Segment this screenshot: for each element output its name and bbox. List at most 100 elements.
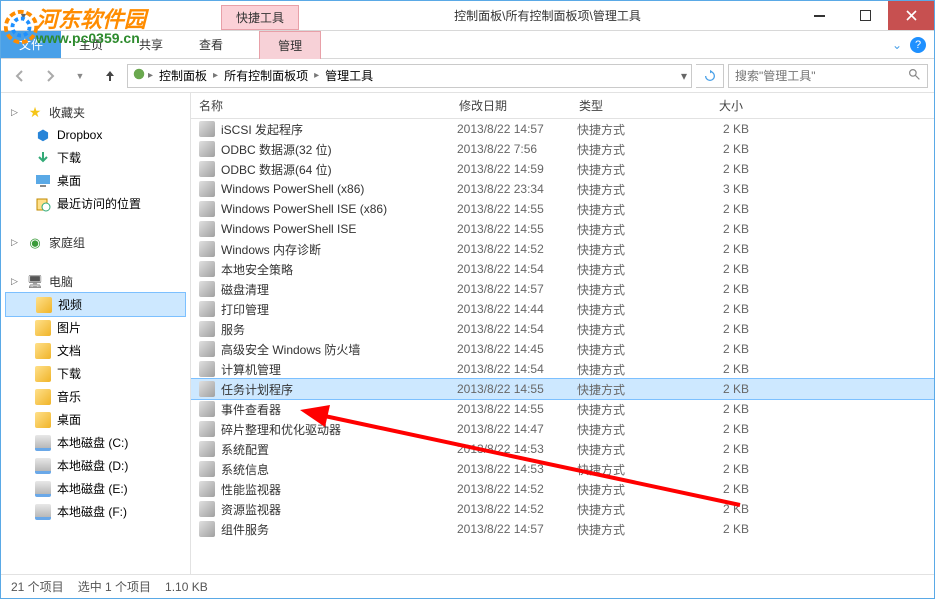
file-name: 打印管理	[221, 301, 457, 318]
sidebar-item[interactable]: 桌面	[1, 169, 190, 192]
col-name[interactable]: 名称	[191, 97, 451, 114]
search-icon	[908, 68, 921, 84]
sidebar-item[interactable]: 下载	[1, 146, 190, 169]
file-size: 2 KB	[687, 122, 757, 136]
sidebar-item[interactable]: ⬢Dropbox	[1, 124, 190, 146]
file-size: 3 KB	[687, 182, 757, 196]
file-row[interactable]: 资源监视器2013/8/22 14:52快捷方式2 KB	[191, 499, 934, 519]
search-box[interactable]	[728, 64, 928, 88]
nav-recent-button[interactable]: ▼	[67, 63, 93, 89]
col-date[interactable]: 修改日期	[451, 97, 571, 114]
nav-up-button[interactable]	[97, 63, 123, 89]
breadcrumb[interactable]: ▸ 控制面板▸ 所有控制面板项▸ 管理工具 ▾	[127, 64, 692, 88]
file-row[interactable]: 服务2013/8/22 14:54快捷方式2 KB	[191, 319, 934, 339]
file-row[interactable]: 本地安全策略2013/8/22 14:54快捷方式2 KB	[191, 259, 934, 279]
dropbox-icon: ⬢	[35, 127, 51, 143]
ribbon-home[interactable]: 主页	[61, 31, 121, 58]
file-row[interactable]: Windows PowerShell ISE (x86)2013/8/22 14…	[191, 199, 934, 219]
col-type[interactable]: 类型	[571, 97, 681, 114]
sidebar-item[interactable]: 本地磁盘 (D:)	[1, 454, 190, 477]
sidebar-item[interactable]: 下载	[1, 362, 190, 385]
close-button[interactable]	[888, 1, 934, 30]
sidebar-item[interactable]: 视频	[5, 292, 186, 317]
crumb-2[interactable]: 管理工具	[321, 67, 377, 84]
file-row[interactable]: 系统配置2013/8/22 14:53快捷方式2 KB	[191, 439, 934, 459]
file-row[interactable]: 磁盘清理2013/8/22 14:57快捷方式2 KB	[191, 279, 934, 299]
file-row[interactable]: 事件查看器2013/8/22 14:55快捷方式2 KB	[191, 399, 934, 419]
window-title: 控制面板\所有控制面板项\管理工具	[299, 1, 796, 30]
shortcut-icon	[199, 361, 215, 377]
sidebar-computer[interactable]: ▷🖥电脑	[1, 270, 190, 293]
file-size: 2 KB	[687, 422, 757, 436]
help-icon[interactable]: ?	[910, 37, 926, 53]
file-size: 2 KB	[687, 442, 757, 456]
file-type: 快捷方式	[577, 161, 687, 178]
maximize-button[interactable]	[842, 1, 888, 30]
shortcut-icon	[199, 501, 215, 517]
file-date: 2013/8/22 14:44	[457, 302, 577, 316]
ribbon-manage[interactable]: 管理	[259, 31, 321, 59]
file-row[interactable]: 组件服务2013/8/22 14:57快捷方式2 KB	[191, 519, 934, 539]
file-row[interactable]: 任务计划程序2013/8/22 14:55快捷方式2 KB	[191, 379, 934, 399]
qat-dropdown-icon[interactable]: ▼	[19, 11, 28, 21]
sidebar-item[interactable]: 文档	[1, 339, 190, 362]
file-type: 快捷方式	[577, 521, 687, 538]
sidebar-favorites[interactable]: ▷★收藏夹	[1, 101, 190, 124]
file-size: 2 KB	[687, 462, 757, 476]
sidebar-homegroup[interactable]: ▷◉家庭组	[1, 231, 190, 254]
file-type: 快捷方式	[577, 361, 687, 378]
sidebar-item[interactable]: 音乐	[1, 385, 190, 408]
main: 名称 修改日期 类型 大小 iSCSI 发起程序2013/8/22 14:57快…	[191, 93, 934, 574]
file-row[interactable]: Windows 内存诊断2013/8/22 14:52快捷方式2 KB	[191, 239, 934, 259]
shortcut-icon	[199, 281, 215, 297]
sidebar-item[interactable]: 本地磁盘 (F:)	[1, 500, 190, 523]
file-name: 性能监视器	[221, 481, 457, 498]
file-row[interactable]: 碎片整理和优化驱动器2013/8/22 14:47快捷方式2 KB	[191, 419, 934, 439]
ribbon-expand-icon[interactable]: ⌄	[884, 38, 910, 52]
sidebar-item[interactable]: 本地磁盘 (E:)	[1, 477, 190, 500]
address-bar: ▼ ▸ 控制面板▸ 所有控制面板项▸ 管理工具 ▾	[1, 59, 934, 93]
file-row[interactable]: iSCSI 发起程序2013/8/22 14:57快捷方式2 KB	[191, 119, 934, 139]
shortcut-icon	[199, 261, 215, 277]
file-name: 高级安全 Windows 防火墙	[221, 341, 457, 358]
file-row[interactable]: 系统信息2013/8/22 14:53快捷方式2 KB	[191, 459, 934, 479]
file-name: iSCSI 发起程序	[221, 121, 457, 138]
breadcrumb-dropdown-icon[interactable]: ▾	[681, 69, 687, 83]
sidebar-item[interactable]: 最近访问的位置	[1, 192, 190, 215]
shortcut-icon	[199, 321, 215, 337]
file-type: 快捷方式	[577, 381, 687, 398]
file-row[interactable]: Windows PowerShell ISE2013/8/22 14:55快捷方…	[191, 219, 934, 239]
file-row[interactable]: 打印管理2013/8/22 14:44快捷方式2 KB	[191, 299, 934, 319]
file-date: 2013/8/22 23:34	[457, 182, 577, 196]
star-icon: ★	[27, 105, 43, 121]
sidebar-item[interactable]: 本地磁盘 (C:)	[1, 431, 190, 454]
folder-icon	[35, 366, 51, 382]
minimize-button[interactable]	[796, 1, 842, 30]
crumb-0[interactable]: 控制面板	[155, 67, 211, 84]
sidebar-item[interactable]: 图片	[1, 316, 190, 339]
file-list[interactable]: iSCSI 发起程序2013/8/22 14:57快捷方式2 KBODBC 数据…	[191, 119, 934, 574]
ribbon-file[interactable]: 文件	[1, 31, 61, 58]
ribbon-share[interactable]: 共享	[121, 31, 181, 58]
file-date: 2013/8/22 14:53	[457, 462, 577, 476]
sidebar-item[interactable]: 桌面	[1, 408, 190, 431]
file-row[interactable]: 计算机管理2013/8/22 14:54快捷方式2 KB	[191, 359, 934, 379]
nav-forward-button[interactable]	[37, 63, 63, 89]
search-input[interactable]	[735, 69, 902, 83]
nav-back-button[interactable]	[7, 63, 33, 89]
file-row[interactable]: ODBC 数据源(32 位)2013/8/22 7:56快捷方式2 KB	[191, 139, 934, 159]
folder-icon	[35, 389, 51, 405]
file-row[interactable]: Windows PowerShell (x86)2013/8/22 23:34快…	[191, 179, 934, 199]
file-row[interactable]: 高级安全 Windows 防火墙2013/8/22 14:45快捷方式2 KB	[191, 339, 934, 359]
col-size[interactable]: 大小	[681, 97, 751, 114]
file-size: 2 KB	[687, 482, 757, 496]
file-type: 快捷方式	[577, 241, 687, 258]
file-row[interactable]: ODBC 数据源(64 位)2013/8/22 14:59快捷方式2 KB	[191, 159, 934, 179]
context-tab[interactable]: 快捷工具	[221, 5, 299, 30]
ribbon-view[interactable]: 查看	[181, 31, 241, 58]
sidebar: ▷★收藏夹⬢Dropbox下载桌面最近访问的位置▷◉家庭组▷🖥电脑视频图片文档下…	[1, 93, 191, 574]
refresh-button[interactable]	[696, 64, 724, 88]
crumb-1[interactable]: 所有控制面板项	[220, 67, 312, 84]
file-row[interactable]: 性能监视器2013/8/22 14:52快捷方式2 KB	[191, 479, 934, 499]
file-date: 2013/8/22 14:57	[457, 122, 577, 136]
